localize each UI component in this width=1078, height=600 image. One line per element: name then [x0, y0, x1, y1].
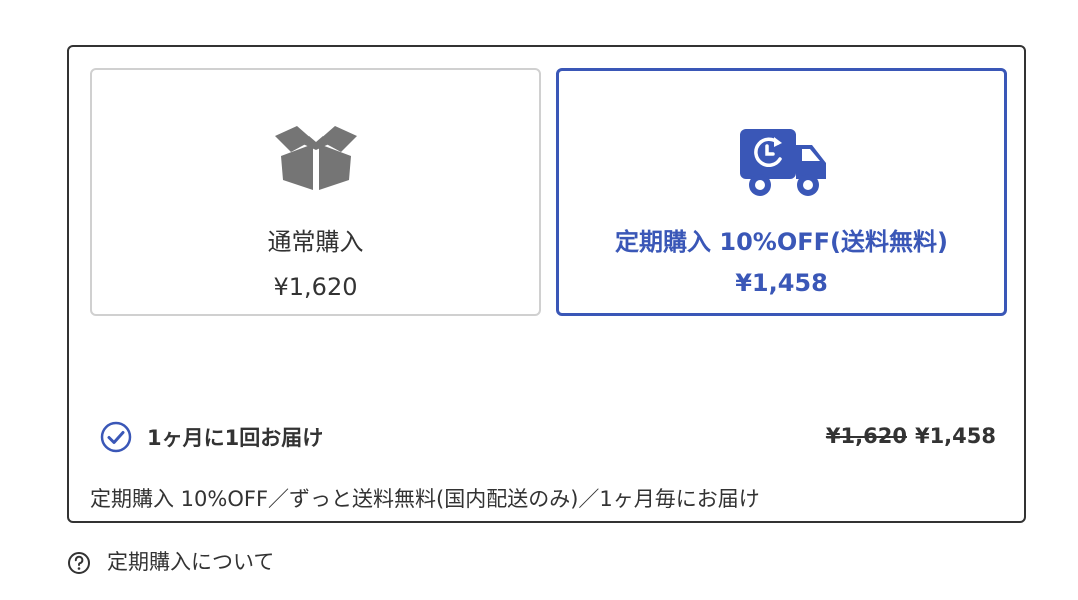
price-comparison: ¥1,620 ¥1,458	[826, 424, 996, 448]
subscription-description: 定期購入 10%OFF／ずっと送料無料(国内配送のみ)／1ヶ月毎にお届け	[90, 487, 760, 511]
subscription-purchase-price: ¥1,458	[735, 269, 828, 297]
delivery-frequency-row[interactable]: 1ヶ月に1回お届け ¥1,620 ¥1,458	[100, 417, 996, 453]
original-price: ¥1,620	[825, 424, 907, 448]
normal-purchase-price: ¥1,620	[273, 273, 358, 301]
delivery-truck-clock-icon	[739, 129, 826, 196]
box-open-icon	[274, 126, 357, 190]
subscription-purchase-label: 定期購入 10%OFF(送料無料)	[615, 228, 948, 256]
purchase-options-panel: 通常購入 ¥1,620 定期購入 10%OFF(送料無料) ¥1,458 1ヶ月…	[67, 45, 1026, 523]
delivery-frequency-label: 1ヶ月に1回お届け	[147, 426, 324, 450]
subscription-purchase-option[interactable]: 定期購入 10%OFF(送料無料) ¥1,458	[556, 68, 1007, 316]
check-circle-icon	[100, 421, 132, 453]
normal-purchase-option[interactable]: 通常購入 ¥1,620	[90, 68, 541, 316]
discounted-price: ¥1,458	[914, 424, 996, 448]
question-circle-icon	[68, 552, 90, 574]
subscription-help-label[interactable]: 定期購入について	[107, 546, 274, 576]
normal-purchase-label: 通常購入	[267, 228, 364, 256]
